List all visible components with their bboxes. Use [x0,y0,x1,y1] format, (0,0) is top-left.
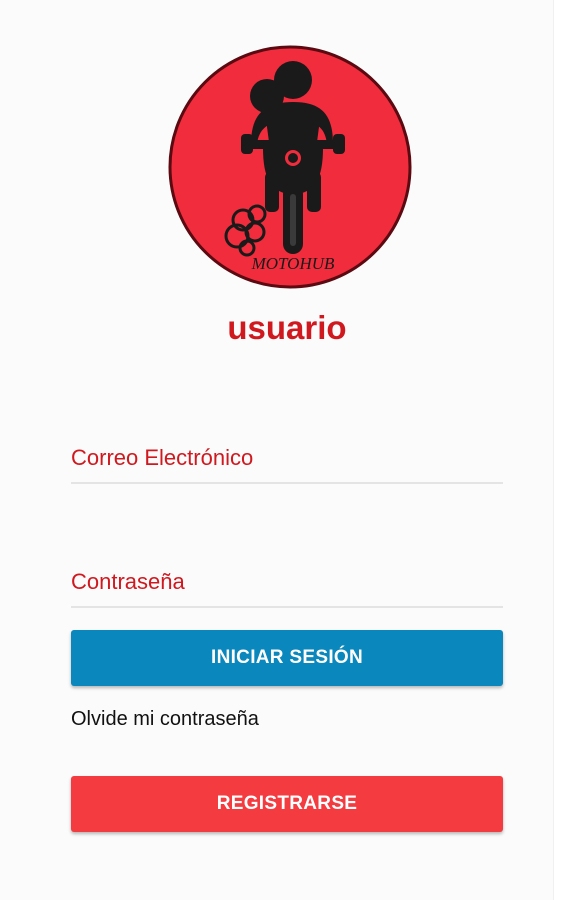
motorcycle-riders-logo-icon: MOTOHUB [168,45,412,289]
logo-brand-text: MOTOHUB [251,254,335,273]
register-button[interactable]: REGISTRARSE [71,776,503,832]
screen-edge [553,0,564,900]
password-field[interactable] [71,546,503,608]
email-input[interactable] [71,442,503,474]
login-screen: MOTOHUB usuario INICIAR SESIÓN Olvide mi… [0,0,553,900]
forgot-password-link[interactable]: Olvide mi contraseña [71,706,259,732]
password-input[interactable] [71,566,503,598]
email-field[interactable] [71,422,503,484]
motohub-logo: MOTOHUB [167,44,413,290]
page-title: usuario [227,309,347,346]
login-button[interactable]: INICIAR SESIÓN [71,630,503,686]
